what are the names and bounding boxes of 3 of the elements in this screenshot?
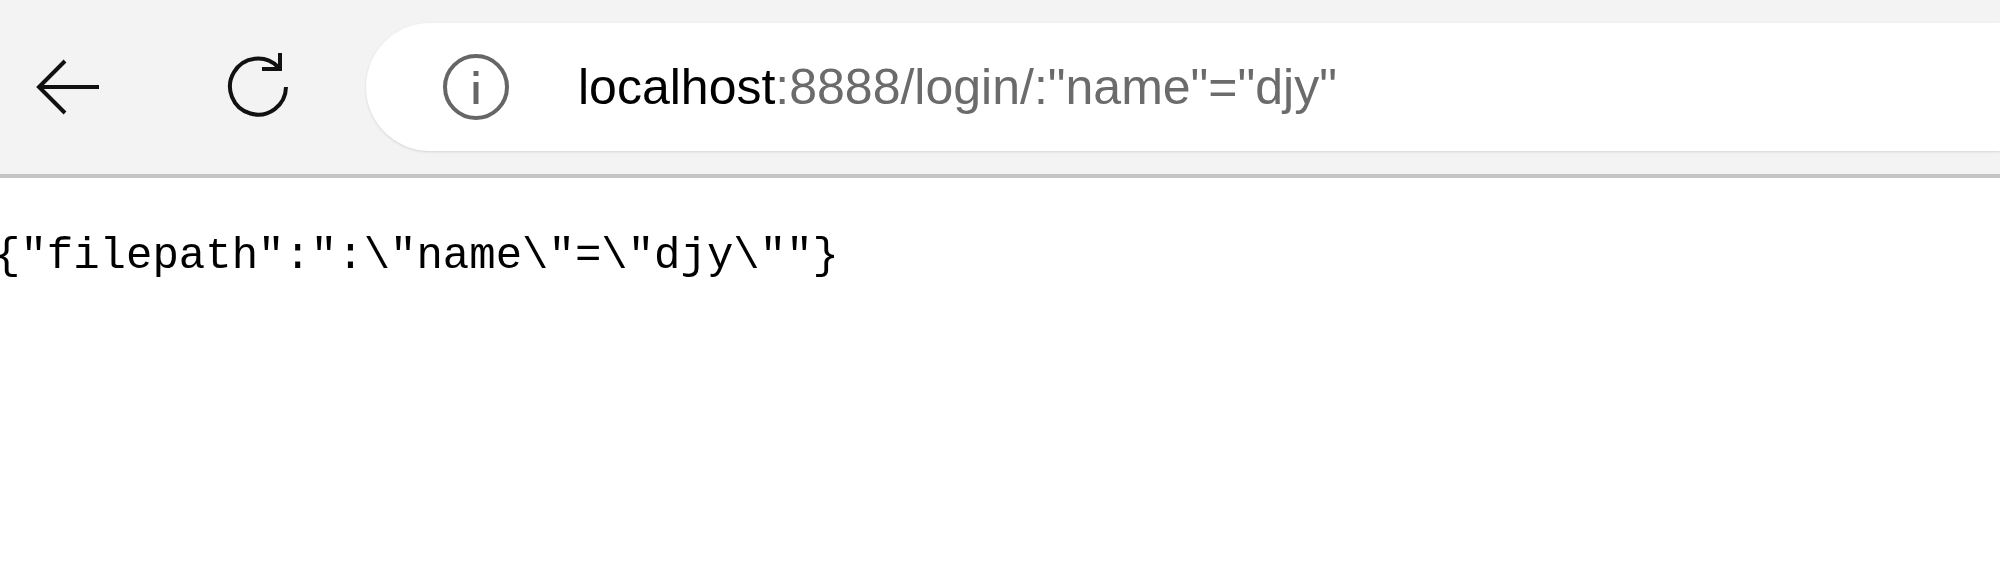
info-icon[interactable]	[442, 53, 510, 121]
url-text: localhost:8888/login/:"name"="djy"	[578, 57, 1337, 117]
address-bar[interactable]: localhost:8888/login/:"name"="djy"	[366, 23, 2000, 151]
